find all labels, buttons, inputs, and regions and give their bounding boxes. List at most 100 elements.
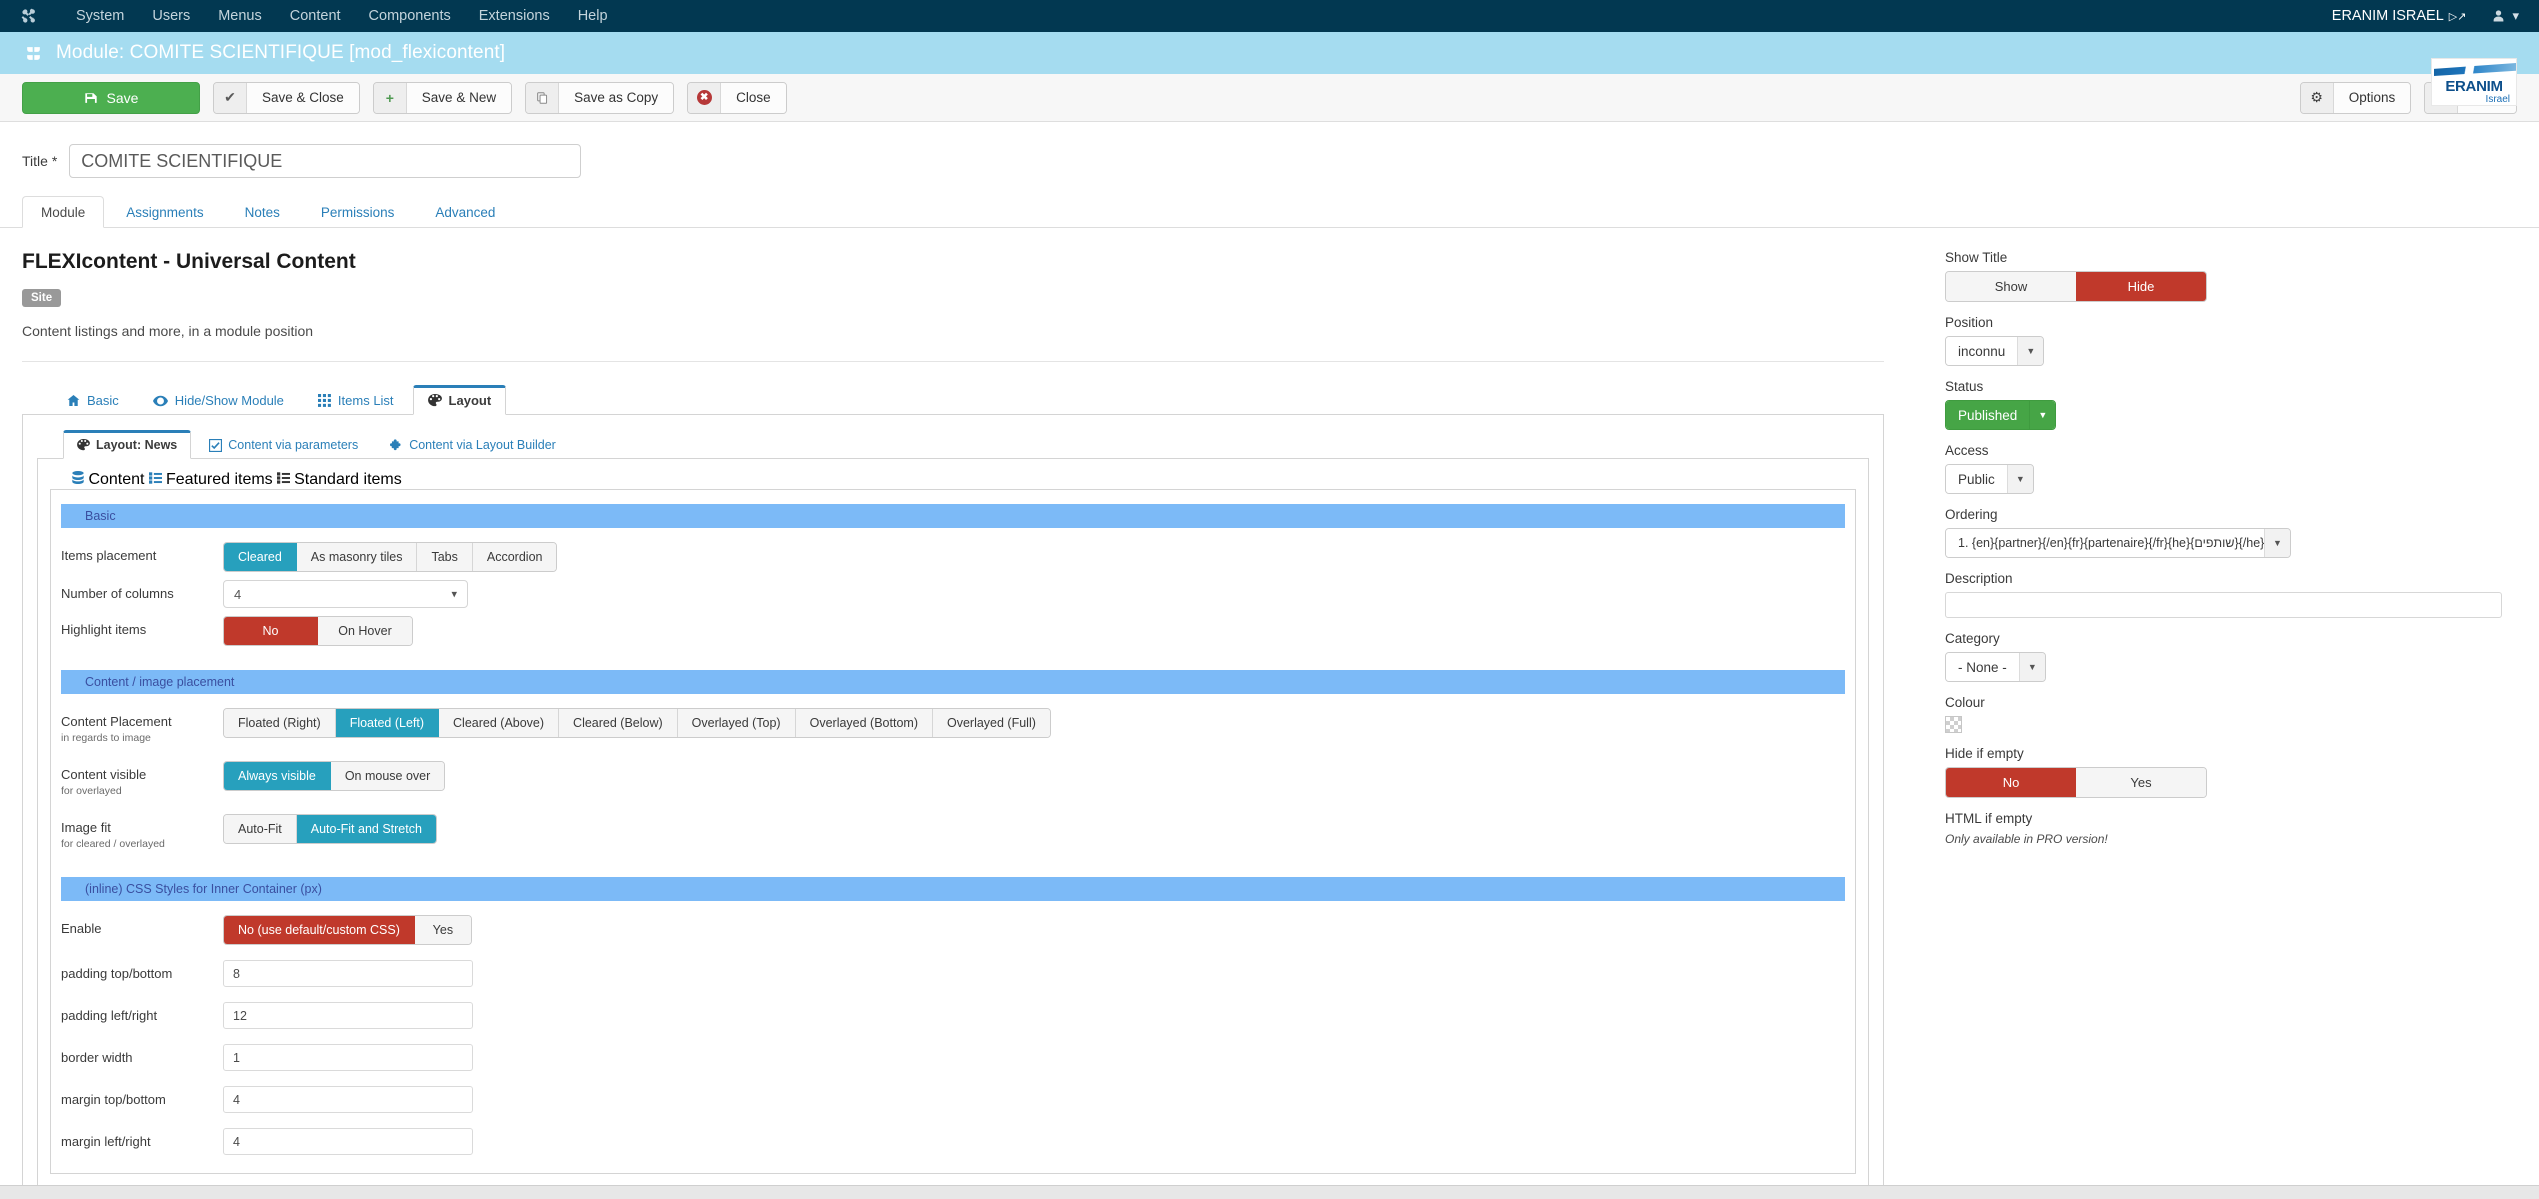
admin-top-bar: System Users Menus Content Components Ex… [0, 0, 2539, 32]
content-placement-option-overlayed-bottom[interactable]: Overlayed (Bottom) [795, 709, 933, 737]
tab-module[interactable]: Module [22, 196, 105, 228]
hide-if-empty-option-yes[interactable]: Yes [2076, 768, 2206, 797]
menu-item-content[interactable]: Content [276, 0, 355, 32]
position-select[interactable]: inconnu ▼ [1945, 336, 2045, 366]
hide-if-empty-option-no[interactable]: No [1946, 768, 2076, 797]
menu-item-extensions[interactable]: Extensions [465, 0, 564, 32]
content-placement-option-floated-left[interactable]: Floated (Left) [335, 709, 440, 737]
menu-item-menus[interactable]: Menus [204, 0, 276, 32]
items-placement-option-accordion[interactable]: Accordion [472, 543, 557, 571]
menu-item-help[interactable]: Help [564, 0, 622, 32]
number-of-columns-select[interactable]: 4 ▾ [223, 580, 468, 608]
highlight-items-option-on-hover[interactable]: On Hover [318, 617, 412, 645]
content-placement-option-floated-right[interactable]: Floated (Right) [224, 709, 336, 737]
description-input[interactable] [1945, 592, 2502, 618]
content-visible-option-on-mouse-over[interactable]: On mouse over [330, 762, 445, 790]
access-select[interactable]: Public ▼ [1945, 464, 2034, 494]
access-chevron-down-icon[interactable]: ▼ [2006, 465, 2033, 493]
ordering-select[interactable]: 1. {en}{partner}{/en}{fr}{partenaire}{/f… [1945, 528, 2291, 558]
main-tab-bar: Module Assignments Notes Permissions Adv… [0, 178, 2539, 228]
save-button[interactable]: Save [22, 81, 200, 114]
flexi-tab-items-list[interactable]: Items List [303, 385, 409, 415]
tab-advanced[interactable]: Advanced [416, 196, 514, 228]
hide-if-empty-toggle: No Yes [1945, 767, 2207, 798]
content-placement-option-overlayed-full[interactable]: Overlayed (Full) [932, 709, 1050, 737]
layout-subtab-content-via-layout-builder[interactable]: Content via Layout Builder [376, 430, 570, 459]
close-button[interactable]: ✖ Close [687, 81, 787, 114]
highlight-items-option-no[interactable]: No [224, 617, 318, 645]
item-tab-featured-items[interactable]: Featured items [148, 471, 273, 489]
status-label: Status [1945, 379, 1984, 394]
css-enable-option-yes[interactable]: Yes [414, 916, 471, 944]
padding-left-right-input[interactable]: 12 [223, 1002, 473, 1029]
sidebar-ordering-block: Ordering 1. {en}{partner}{/en}{fr}{parte… [1945, 507, 2517, 558]
save-and-new-button[interactable]: + Save & New [372, 81, 513, 114]
show-title-option-hide[interactable]: Hide [2076, 272, 2206, 301]
hide-if-empty-label: Hide if empty [1945, 746, 2024, 761]
items-placement-option-cleared[interactable]: Cleared [224, 543, 297, 571]
site-name-link[interactable]: ERANIM ISRAEL ▷↗ [2332, 8, 2467, 24]
margin-top-bottom-input[interactable]: 4 [223, 1086, 473, 1113]
joomla-logo-icon[interactable] [18, 6, 40, 26]
status-chevron-down-icon[interactable]: ▼ [2029, 401, 2056, 429]
colour-swatch[interactable] [1945, 716, 1962, 733]
category-value: - None - [1946, 653, 2019, 681]
sidebar-position-block: Position inconnu ▼ [1945, 315, 2517, 366]
editor-toolbar: Save ✔ Save & Close + Save & New Save as… [0, 74, 2539, 122]
category-chevron-down-icon[interactable]: ▼ [2018, 653, 2045, 681]
padding-top-bottom-input[interactable]: 8 [223, 960, 473, 987]
item-tab-content[interactable]: Content [72, 471, 145, 489]
content-visible-option-always-visible[interactable]: Always visible [224, 762, 331, 790]
image-fit-sublabel: for cleared / overlayed [61, 838, 165, 850]
user-menu[interactable]: ▾ [2492, 8, 2519, 24]
title-row: Title * [0, 122, 2539, 178]
padding-left-right-label-wrap: padding left/right [61, 1002, 223, 1023]
image-fit-control: Auto-Fit Auto-Fit and Stretch [223, 814, 1855, 844]
margin-left-right-input[interactable]: 4 [223, 1128, 473, 1155]
position-chevron-down-icon[interactable]: ▼ [2017, 337, 2044, 365]
border-width-input[interactable]: 1 [223, 1044, 473, 1071]
layout-subtab-layout-news[interactable]: Layout: News [63, 430, 192, 459]
css-enable-option-no[interactable]: No (use default/custom CSS) [224, 916, 415, 944]
flexi-tab-hide-show-module[interactable]: Hide/Show Module [138, 385, 299, 415]
flexi-tab-layout[interactable]: Layout [412, 385, 507, 415]
palette-icon [427, 394, 442, 407]
sidebar-hide-if-empty-block: Hide if empty No Yes [1945, 746, 2517, 798]
status-select[interactable]: Published ▼ [1945, 400, 2057, 430]
show-title-option-show[interactable]: Show [1946, 272, 2076, 301]
colour-label: Colour [1945, 695, 1985, 710]
layout-subtab-content-via-layout-builder-label: Content via Layout Builder [409, 438, 556, 452]
content-placement-option-cleared-below[interactable]: Cleared (Below) [559, 709, 678, 737]
ordering-chevron-down-icon[interactable]: ▼ [2264, 529, 2290, 557]
flexi-tab-basic[interactable]: Basic [52, 385, 134, 415]
items-placement-option-tabs[interactable]: Tabs [417, 543, 473, 571]
image-fit-option-auto-fit[interactable]: Auto-Fit [224, 815, 297, 843]
menu-item-components[interactable]: Components [355, 0, 465, 32]
field-row-highlight-items: Highlight items No On Hover [51, 612, 1855, 650]
save-pencil-icon [84, 92, 97, 103]
items-placement-option-masonry[interactable]: As masonry tiles [296, 543, 418, 571]
margin-left-right-control: 4 [223, 1128, 1855, 1155]
category-select[interactable]: - None - ▼ [1945, 652, 2046, 682]
border-width-label: border width [61, 1050, 133, 1065]
image-fit-option-auto-fit-and-stretch[interactable]: Auto-Fit and Stretch [296, 815, 436, 843]
layout-subtab-content-via-parameters-label: Content via parameters [228, 438, 359, 452]
title-input[interactable] [69, 144, 582, 178]
menu-item-system[interactable]: System [62, 0, 138, 32]
save-as-copy-button[interactable]: Save as Copy [525, 81, 675, 114]
menu-item-users[interactable]: Users [138, 0, 204, 32]
save-and-close-button[interactable]: ✔ Save & Close [213, 81, 360, 114]
puzzle-icon [390, 438, 401, 450]
item-tab-featured-items-label: Featured items [165, 471, 273, 488]
user-icon [2494, 10, 2504, 22]
content-placement-option-overlayed-top[interactable]: Overlayed (Top) [677, 709, 796, 737]
tab-assignments[interactable]: Assignments [107, 196, 222, 228]
item-tab-standard-items[interactable]: Standard items [276, 471, 402, 489]
content-placement-option-cleared-above[interactable]: Cleared (Above) [439, 709, 560, 737]
field-row-css-enable: Enable No (use default/custom CSS) Yes [51, 911, 1855, 949]
highlight-items-label: Highlight items [61, 622, 147, 637]
tab-notes[interactable]: Notes [226, 196, 299, 228]
tab-permissions[interactable]: Permissions [302, 196, 414, 228]
options-button[interactable]: ⚙ Options [2299, 81, 2412, 114]
layout-subtab-content-via-parameters[interactable]: Content via parameters [195, 430, 372, 459]
